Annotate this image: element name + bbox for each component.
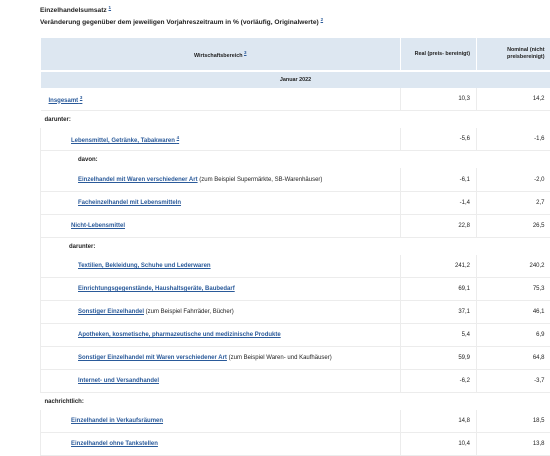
row-link[interactable]: Apotheken, kosmetische, pharmazeutische … <box>78 332 281 338</box>
group-label-row: darunter: <box>41 111 550 129</box>
row-link[interactable]: Sonstiger Einzelhandel mit Waren verschi… <box>78 355 227 361</box>
row-link[interactable]: Einrichtungsgegenstände, Haushaltsgeräte… <box>78 286 235 292</box>
footnote-ref[interactable]: 3 <box>80 95 83 100</box>
row-link[interactable]: Lebensmittel, Getränke, Tabakwaren 4 <box>71 138 179 144</box>
footnote-ref[interactable]: 4 <box>177 135 180 140</box>
value-nominal: -3,7 <box>477 370 550 393</box>
table-row: Sonstiger Einzelhandel (zum Beispiel Fah… <box>41 301 550 324</box>
table-row: Lebensmittel, Getränke, Tabakwaren 4 -5,… <box>41 128 550 151</box>
value-nominal: 26,5 <box>477 215 550 238</box>
group-label-row: darunter: <box>41 238 550 256</box>
row-link[interactable]: Sonstiger Einzelhandel <box>78 309 144 315</box>
value-nominal: 13,8 <box>477 433 550 456</box>
row-link[interactable]: Nicht-Lebensmittel <box>71 223 125 229</box>
value-nominal: 64,8 <box>477 347 550 370</box>
table-row: Internet- und Versandhandel -6,2 -3,7 <box>41 370 550 393</box>
table-row: Textilien, Bekleidung, Schuhe und Lederw… <box>41 255 550 278</box>
value-real: 37,1 <box>401 301 477 324</box>
header-nominal: Nominal (nicht preisbereinigt) <box>477 38 550 71</box>
row-note: (zum Beispiel Fahrräder, Bücher) <box>144 309 234 315</box>
group-label: darunter: <box>41 111 550 129</box>
caption-title: Einzelhandelsumsatz 1 <box>40 4 323 16</box>
row-link[interactable]: Facheinzelhandel mit Lebensmitteln <box>78 200 181 206</box>
group-label: nachrichtlich: <box>41 393 550 411</box>
value-real: -6,1 <box>401 168 477 192</box>
row-link[interactable]: Einzelhandel ohne Tankstellen <box>71 441 158 447</box>
table-row: Einzelhandel mit Waren verschiedener Art… <box>41 168 550 192</box>
row-link[interactable]: Insgesamt 3 <box>49 98 83 104</box>
row-link[interactable]: Textilien, Bekleidung, Schuhe und Lederw… <box>78 263 211 269</box>
value-nominal: -2,0 <box>477 168 550 192</box>
table-row: Nicht-Lebensmittel 22,8 26,5 <box>41 215 550 238</box>
footnote-ref[interactable]: 3 <box>244 50 247 55</box>
table-row: Facheinzelhandel mit Lebensmitteln -1,4 … <box>41 192 550 215</box>
retail-sales-table: Wirtschaftsbereich 3 Real (preis- berein… <box>40 38 550 456</box>
value-real: -5,6 <box>401 128 477 151</box>
value-nominal: 2,7 <box>477 192 550 215</box>
group-label-row: nachrichtlich: <box>41 393 550 411</box>
group-label: darunter: <box>41 238 550 256</box>
row-link[interactable]: Internet- und Versandhandel <box>78 378 159 384</box>
value-nominal: 46,1 <box>477 301 550 324</box>
table-row: Apotheken, kosmetische, pharmazeutische … <box>41 324 550 347</box>
footnote-ref[interactable]: 1 <box>109 5 112 10</box>
value-nominal: -1,6 <box>477 128 550 151</box>
value-real: 69,1 <box>401 278 477 301</box>
value-nominal: 240,2 <box>477 255 550 278</box>
value-real: -1,4 <box>401 192 477 215</box>
group-label: davon: <box>41 151 550 169</box>
row-note: (zum Beispiel Supermärkte, SB-Warenhäuse… <box>198 177 323 183</box>
value-nominal: 75,3 <box>477 278 550 301</box>
value-real: 14,8 <box>401 410 477 433</box>
value-real: 10,3 <box>401 88 477 111</box>
group-label-row: davon: <box>41 151 550 169</box>
header-real: Real (preis- bereinigt) <box>401 38 477 71</box>
footnote-ref[interactable]: 2 <box>321 17 324 22</box>
table-row: Einrichtungsgegenstände, Haushaltsgeräte… <box>41 278 550 301</box>
value-real: -6,2 <box>401 370 477 393</box>
row-link[interactable]: Einzelhandel in Verkaufsräumen <box>71 418 163 424</box>
table-row: Sonstiger Einzelhandel mit Waren verschi… <box>41 347 550 370</box>
row-link[interactable]: Einzelhandel mit Waren verschiedener Art <box>78 177 198 183</box>
value-real: 22,8 <box>401 215 477 238</box>
value-nominal: 18,5 <box>477 410 550 433</box>
table-caption: Einzelhandelsumsatz 1 Veränderung gegenü… <box>40 4 323 27</box>
value-real: 10,4 <box>401 433 477 456</box>
table-row: Insgesamt 3 10,3 14,2 <box>41 88 550 111</box>
value-real: 241,2 <box>401 255 477 278</box>
caption-subtitle: Veränderung gegenüber dem jeweiligen Vor… <box>40 16 323 28</box>
row-note: (zum Beispiel Waren- und Kaufhäuser) <box>227 355 332 361</box>
value-nominal: 6,9 <box>477 324 550 347</box>
value-nominal: 14,2 <box>477 88 550 111</box>
period-header: Januar 2022 <box>41 71 550 88</box>
value-real: 5,4 <box>401 324 477 347</box>
table-row: Einzelhandel ohne Tankstellen 10,4 13,8 <box>41 433 550 456</box>
value-real: 59,9 <box>401 347 477 370</box>
header-sector: Wirtschaftsbereich 3 <box>41 38 401 71</box>
table-row: Einzelhandel in Verkaufsräumen 14,8 18,5 <box>41 410 550 433</box>
